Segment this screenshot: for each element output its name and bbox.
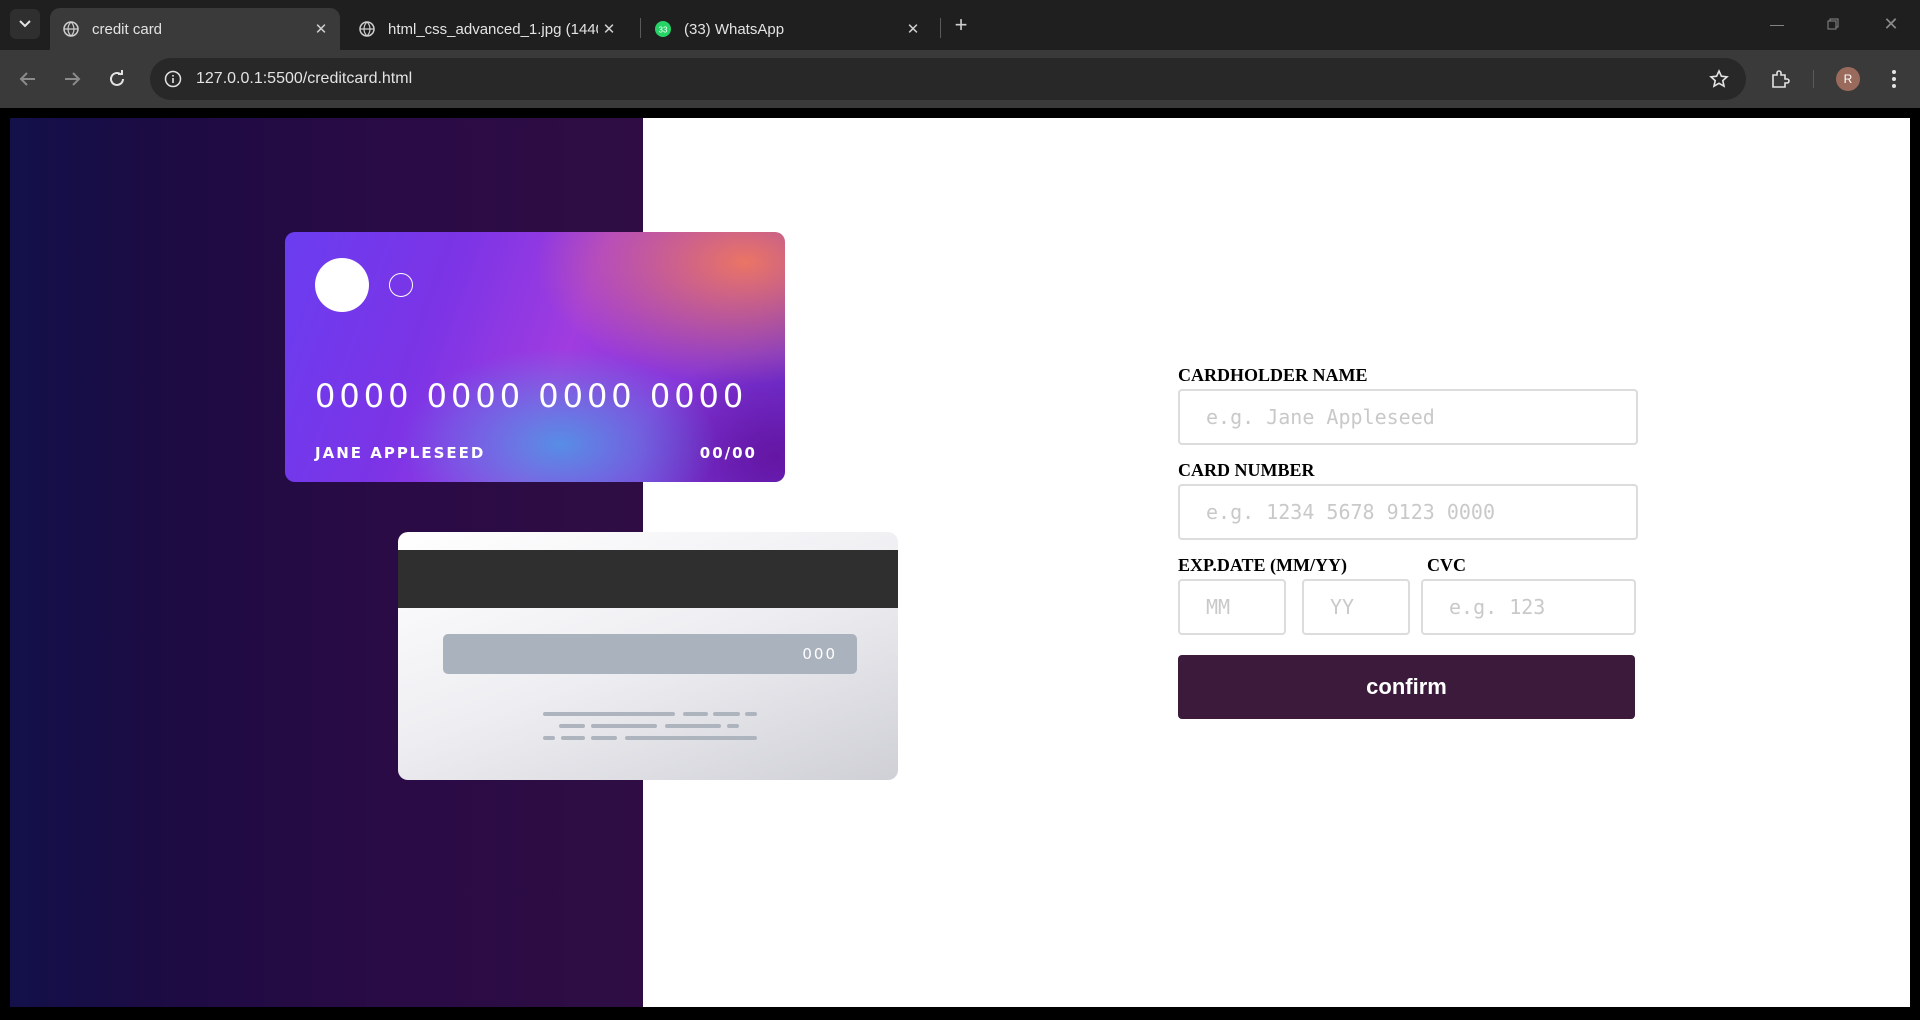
avatar: R (1836, 67, 1860, 91)
exp-date-label: EXP.DATE (MM/YY) (1178, 555, 1347, 575)
tab-credit-card[interactable]: credit card ✕ (50, 8, 340, 50)
profile-button[interactable]: R (1834, 65, 1862, 93)
close-tab-icon[interactable]: ✕ (600, 20, 618, 38)
whatsapp-icon: 33 (654, 20, 672, 38)
cvc-display: 000 (802, 645, 837, 663)
confirm-button[interactable]: confirm (1178, 655, 1635, 719)
site-info-icon[interactable] (160, 66, 186, 92)
cardholder-name-display: JANE APPLESEED (315, 444, 486, 462)
toolbar-divider (1813, 70, 1814, 88)
cardholder-name-input[interactable]: e.g. Jane Appleseed (1178, 389, 1638, 445)
card-number-input[interactable]: e.g. 1234 5678 9123 0000 (1178, 484, 1638, 540)
restore-icon[interactable] (1818, 12, 1848, 36)
forward-arrow-icon (65, 72, 81, 86)
card-front: 0000 0000 0000 0000 JANE APPLESEED 00/00 (285, 232, 785, 482)
cardholder-name-label: CARDHOLDER NAME (1178, 365, 1368, 385)
globe-icon (358, 20, 376, 38)
magnetic-stripe (398, 550, 898, 608)
close-tab-icon[interactable]: ✕ (312, 20, 330, 38)
new-tab-button[interactable]: + (948, 12, 974, 38)
tab-title: html_css_advanced_1.jpg (1440 (388, 20, 598, 38)
back-button[interactable] (14, 65, 42, 93)
card-logo-circle-small (389, 273, 413, 297)
tab-divider (640, 18, 641, 38)
menu-kebab-icon[interactable] (1882, 65, 1906, 93)
tab-title: (33) WhatsApp (684, 20, 785, 38)
close-window-icon[interactable]: ✕ (1876, 12, 1906, 36)
reload-button[interactable] (103, 65, 131, 93)
back-arrow-icon (19, 72, 35, 86)
browser-toolbar: 127.0.0.1:5500/creditcard.html R (0, 50, 1920, 108)
card-number-display: 0000 0000 0000 0000 (315, 377, 748, 415)
exp-year-input[interactable]: YY (1302, 579, 1410, 635)
tab-divider (940, 18, 941, 38)
signature-strip: 000 (443, 634, 857, 674)
minimize-icon[interactable]: — (1762, 12, 1792, 36)
close-tab-icon[interactable]: ✕ (904, 20, 922, 38)
extensions-icon[interactable] (1766, 65, 1794, 93)
globe-icon (62, 20, 80, 38)
card-number-label: CARD NUMBER (1178, 460, 1315, 480)
page-viewport: 0000 0000 0000 0000 JANE APPLESEED 00/00… (10, 118, 1910, 1007)
forward-button[interactable] (58, 65, 86, 93)
chevron-down-icon (19, 20, 31, 28)
exp-month-input[interactable]: MM (1178, 579, 1286, 635)
cvc-input[interactable]: e.g. 123 (1421, 579, 1636, 635)
svg-text:33: 33 (659, 26, 668, 35)
tab-search-button[interactable] (10, 9, 40, 39)
cvc-label: CVC (1427, 555, 1466, 575)
card-fine-print-lines (543, 712, 757, 740)
reload-icon (110, 70, 124, 86)
tab-whatsapp[interactable]: 33 (33) WhatsApp ✕ (642, 8, 932, 50)
tab-title: credit card (92, 20, 163, 38)
tab-html-css-image[interactable]: html_css_advanced_1.jpg (1440 ✕ (346, 8, 628, 50)
card-logo-circle-large (315, 258, 369, 312)
url-text[interactable]: 127.0.0.1:5500/creditcard.html (196, 70, 412, 88)
bookmark-star-icon[interactable] (1708, 68, 1730, 90)
tab-strip: credit card ✕ html_css_advanced_1.jpg (1… (0, 0, 1920, 50)
card-back: 000 (398, 532, 898, 780)
address-bar[interactable]: 127.0.0.1:5500/creditcard.html (150, 58, 1746, 100)
expiry-date-display: 00/00 (699, 444, 757, 462)
